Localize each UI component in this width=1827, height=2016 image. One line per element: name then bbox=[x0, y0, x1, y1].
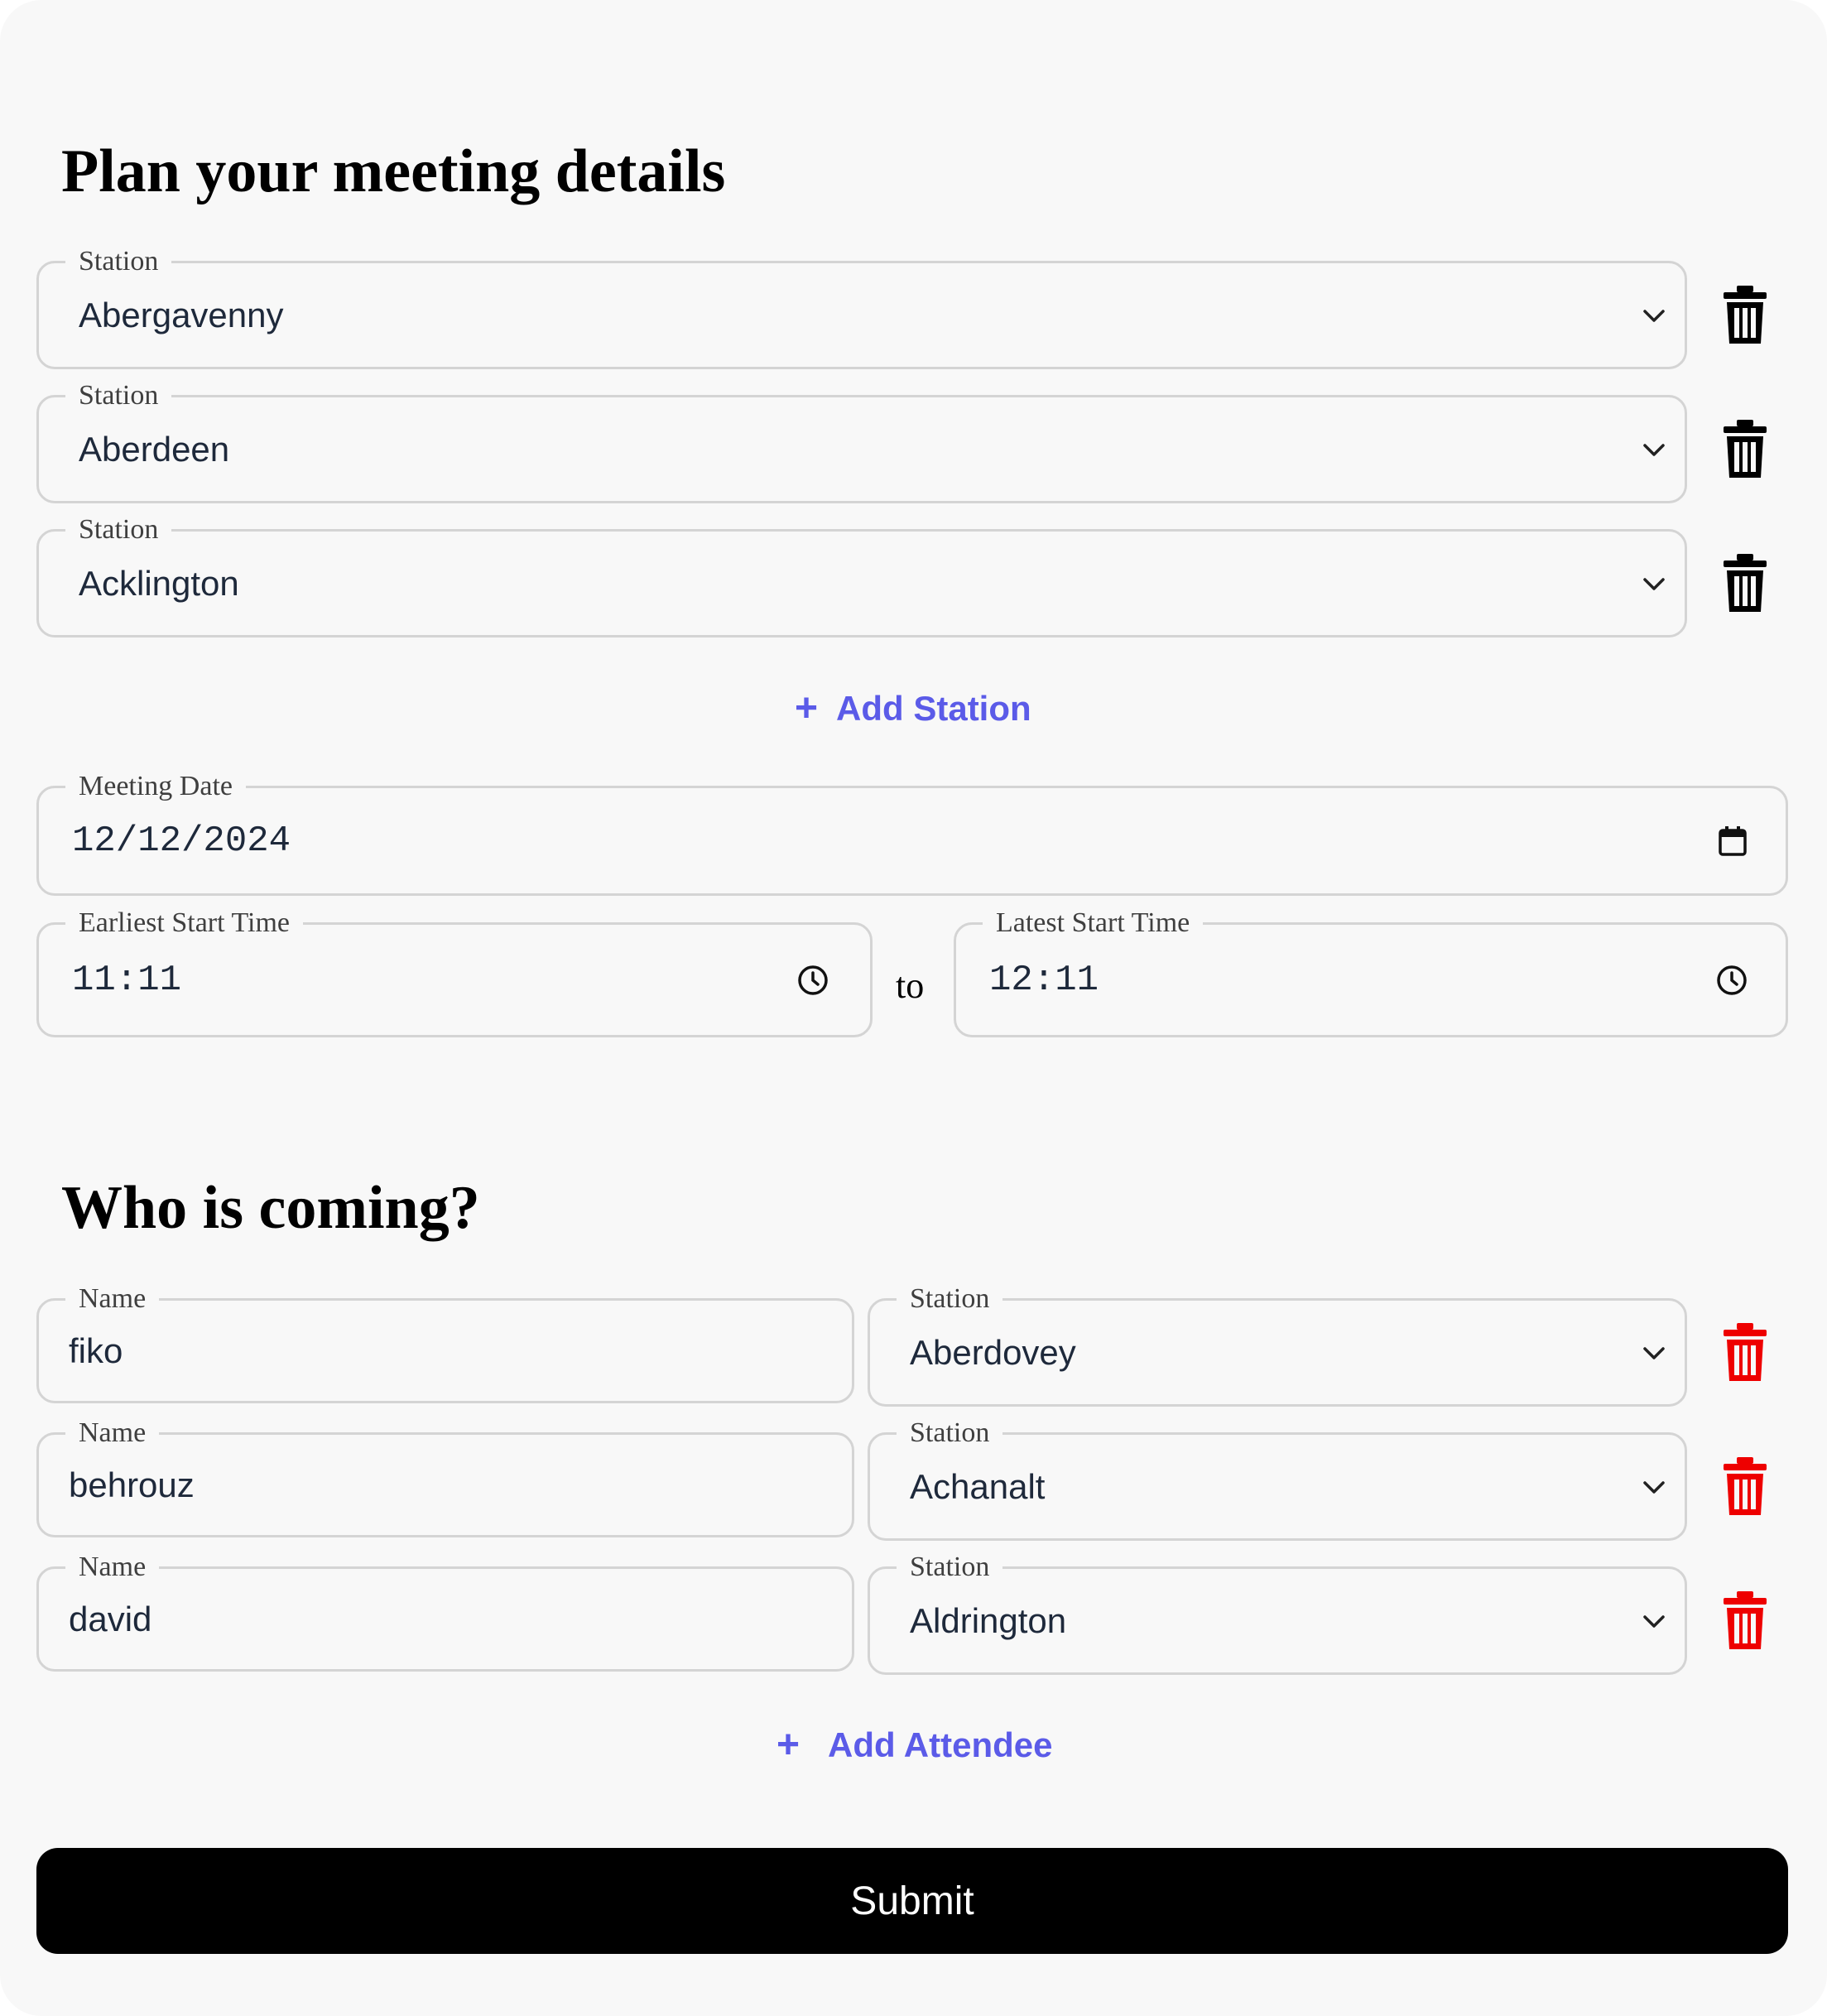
chevron-down-icon bbox=[1643, 1346, 1665, 1359]
trash-icon[interactable] bbox=[1722, 1591, 1768, 1651]
earliest-start-time-value: 11:11 bbox=[72, 959, 182, 1001]
station-value: Aberdeen bbox=[79, 429, 230, 469]
station-value: Aberdovey bbox=[910, 1332, 1076, 1372]
form-card: Plan your meeting details Station Aberga… bbox=[0, 0, 1827, 2016]
add-station-label: Add Station bbox=[836, 689, 1031, 728]
meeting-date-value: 12/12/2024 bbox=[72, 820, 291, 862]
clock-icon[interactable] bbox=[1716, 965, 1748, 996]
meeting-date-field[interactable]: Meeting Date 12/12/2024 bbox=[36, 768, 1788, 896]
calendar-icon[interactable] bbox=[1718, 825, 1748, 857]
station-value: Aldrington bbox=[910, 1600, 1067, 1640]
latest-start-time-value: 12:11 bbox=[989, 959, 1099, 1001]
station-value: Achanalt bbox=[910, 1466, 1046, 1506]
station-select-1[interactable]: Station Abergavenny bbox=[36, 243, 1687, 369]
plus-icon: + bbox=[776, 1723, 801, 1767]
attendees-heading: Who is coming? bbox=[61, 1174, 480, 1242]
chevron-down-icon bbox=[1643, 443, 1665, 456]
chevron-down-icon bbox=[1643, 1614, 1665, 1628]
name-value: behrouz bbox=[69, 1465, 195, 1504]
add-attendee-label: Add Attendee bbox=[828, 1725, 1053, 1764]
attendee-station-select-3[interactable]: Station Aldrington bbox=[868, 1549, 1687, 1675]
chevron-down-icon bbox=[1643, 309, 1665, 322]
trash-icon[interactable] bbox=[1722, 286, 1768, 345]
add-attendee-button[interactable]: + Add Attendee bbox=[776, 1725, 1052, 1765]
add-station-button[interactable]: + Add Station bbox=[795, 689, 1031, 729]
station-value: Abergavenny bbox=[79, 295, 284, 334]
chevron-down-icon bbox=[1643, 577, 1665, 590]
station-select-3[interactable]: Station Acklington bbox=[36, 512, 1687, 638]
trash-icon[interactable] bbox=[1722, 420, 1768, 479]
submit-button[interactable]: Submit bbox=[36, 1848, 1788, 1954]
attendee-name-input-2[interactable]: Name behrouz bbox=[36, 1415, 854, 1537]
attendee-station-select-1[interactable]: Station Aberdovey bbox=[868, 1281, 1687, 1407]
time-separator: to bbox=[896, 965, 925, 1006]
name-value: david bbox=[69, 1599, 152, 1638]
station-select-2[interactable]: Station Aberdeen bbox=[36, 378, 1687, 503]
attendee-station-select-2[interactable]: Station Achanalt bbox=[868, 1415, 1687, 1541]
plus-icon: + bbox=[795, 686, 819, 730]
attendee-name-input-1[interactable]: Name fiko bbox=[36, 1281, 854, 1403]
attendee-name-input-3[interactable]: Name david bbox=[36, 1549, 854, 1672]
latest-start-time-field[interactable]: Latest Start Time 12:11 bbox=[954, 905, 1788, 1037]
earliest-start-time-field[interactable]: Earliest Start Time 11:11 bbox=[36, 905, 873, 1037]
trash-icon[interactable] bbox=[1722, 1323, 1768, 1383]
chevron-down-icon bbox=[1643, 1480, 1665, 1494]
trash-icon[interactable] bbox=[1722, 1457, 1768, 1517]
meeting-heading: Plan your meeting details bbox=[61, 137, 726, 205]
clock-icon[interactable] bbox=[797, 965, 829, 996]
station-value: Acklington bbox=[79, 563, 239, 603]
trash-icon[interactable] bbox=[1722, 554, 1768, 613]
name-value: fiko bbox=[69, 1330, 123, 1370]
